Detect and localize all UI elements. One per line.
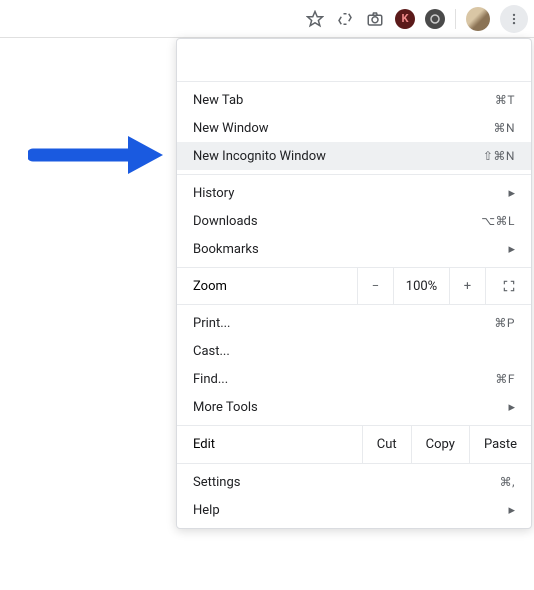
menu-item-label: Help xyxy=(193,503,508,518)
menu-item-shortcut: ⌘, xyxy=(500,475,515,489)
menu-item-label: Bookmarks xyxy=(193,242,508,257)
star-icon[interactable] xyxy=(305,9,325,29)
edit-label: Edit xyxy=(177,426,362,463)
menu-item-shortcut: ⌘T xyxy=(495,93,515,107)
menu-item-label: More Tools xyxy=(193,400,508,415)
profile-avatar[interactable] xyxy=(466,7,490,31)
main-menu: New Tab ⌘T New Window ⌘N New Incognito W… xyxy=(176,38,532,529)
browser-toolbar: K xyxy=(0,0,534,38)
chevron-right-icon: ▸ xyxy=(508,242,515,257)
recycle-icon[interactable] xyxy=(335,9,355,29)
zoom-out-button[interactable]: − xyxy=(357,268,393,304)
menu-item-downloads[interactable]: Downloads ⌥⌘L xyxy=(177,207,531,235)
menu-item-label: Print... xyxy=(193,316,494,331)
menu-item-new-incognito[interactable]: New Incognito Window ⇧⌘N xyxy=(177,142,531,170)
chevron-right-icon: ▸ xyxy=(508,400,515,415)
menu-item-new-tab[interactable]: New Tab ⌘T xyxy=(177,86,531,114)
menu-item-new-window[interactable]: New Window ⌘N xyxy=(177,114,531,142)
menu-zoom-row: Zoom − 100% + xyxy=(177,267,531,304)
zoom-in-button[interactable]: + xyxy=(449,268,485,304)
menu-group-2: History ▸ Downloads ⌥⌘L Bookmarks ▸ xyxy=(177,174,531,267)
camera-icon[interactable] xyxy=(365,9,385,29)
menu-item-label: Cast... xyxy=(193,344,515,359)
menu-item-label: New Window xyxy=(193,121,493,136)
menu-item-more-tools[interactable]: More Tools ▸ xyxy=(177,393,531,421)
menu-item-find[interactable]: Find... ⌘F xyxy=(177,365,531,393)
menu-item-shortcut: ⌥⌘L xyxy=(481,214,515,228)
menu-item-label: Settings xyxy=(193,475,500,490)
menu-item-help[interactable]: Help ▸ xyxy=(177,496,531,524)
menu-item-shortcut: ⌘F xyxy=(495,372,515,386)
menu-item-cast[interactable]: Cast... xyxy=(177,337,531,365)
menu-item-settings[interactable]: Settings ⌘, xyxy=(177,468,531,496)
menu-item-bookmarks[interactable]: Bookmarks ▸ xyxy=(177,235,531,263)
menu-item-label: History xyxy=(193,186,508,201)
menu-item-shortcut: ⌘P xyxy=(494,316,515,330)
menu-item-label: New Incognito Window xyxy=(193,149,483,164)
menu-item-history[interactable]: History ▸ xyxy=(177,179,531,207)
chevron-right-icon: ▸ xyxy=(508,186,515,201)
toolbar-separator xyxy=(455,9,456,29)
menu-edit-row: Edit Cut Copy Paste xyxy=(177,425,531,463)
menu-item-shortcut: ⇧⌘N xyxy=(483,149,515,163)
zoom-level: 100% xyxy=(393,268,449,304)
fullscreen-button[interactable] xyxy=(485,268,531,304)
pointer-arrow xyxy=(28,130,168,184)
cut-button[interactable]: Cut xyxy=(362,426,411,463)
menu-item-print[interactable]: Print... ⌘P xyxy=(177,309,531,337)
menu-group-1: New Tab ⌘T New Window ⌘N New Incognito W… xyxy=(177,81,531,174)
menu-item-label: New Tab xyxy=(193,93,495,108)
chevron-right-icon: ▸ xyxy=(508,503,515,518)
menu-item-label: Downloads xyxy=(193,214,481,229)
menu-group-4: Settings ⌘, Help ▸ xyxy=(177,463,531,528)
menu-group-3: Print... ⌘P Cast... Find... ⌘F More Tool… xyxy=(177,304,531,425)
extension-circle-icon[interactable] xyxy=(425,9,445,29)
menu-item-shortcut: ⌘N xyxy=(493,121,515,135)
copy-button[interactable]: Copy xyxy=(411,426,469,463)
paste-button[interactable]: Paste xyxy=(469,426,531,463)
extension-k-label: K xyxy=(402,12,409,25)
menu-button[interactable] xyxy=(500,5,528,33)
zoom-label: Zoom xyxy=(177,268,357,304)
menu-item-label: Find... xyxy=(193,372,495,387)
extension-k-icon[interactable]: K xyxy=(395,9,415,29)
